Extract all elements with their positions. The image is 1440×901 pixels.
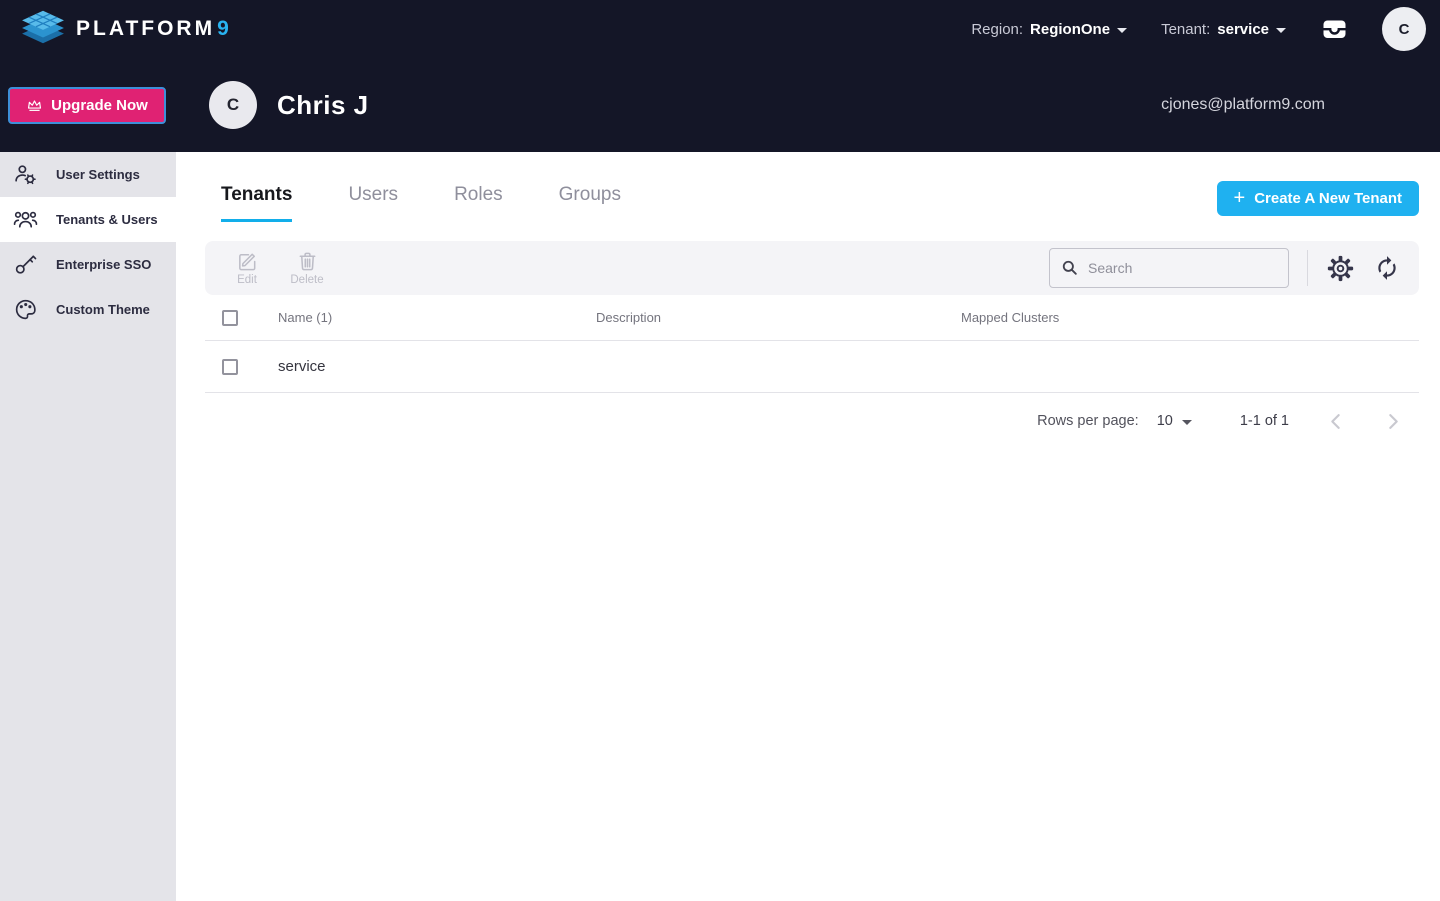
profile-row: Upgrade Now C Chris J cjones@platform9.c… [0, 58, 1440, 152]
platform9-logo-icon [20, 7, 66, 52]
upgrade-now-button[interactable]: Upgrade Now [8, 87, 166, 124]
region-label: Region: [971, 21, 1023, 38]
tab-groups[interactable]: Groups [559, 184, 621, 222]
region-selector[interactable]: Region: RegionOne [971, 21, 1127, 38]
delete-label: Delete [290, 274, 323, 286]
edit-button[interactable]: Edit [225, 250, 269, 286]
profile-user-name: Chris J [277, 90, 369, 121]
row-checkbox-cell [205, 359, 278, 375]
sidebar-item-label: Enterprise SSO [56, 257, 151, 272]
palette-icon [12, 297, 38, 323]
refresh-icon[interactable] [1373, 254, 1401, 282]
toolbar-divider [1307, 250, 1308, 286]
search-box[interactable] [1049, 248, 1289, 288]
dark-header: PLATFORM 9 Region: RegionOne Tenant: ser… [0, 0, 1440, 152]
crown-icon [26, 98, 43, 113]
cell-tenant-name: service [278, 358, 596, 375]
edit-label: Edit [237, 274, 257, 286]
header-checkbox-cell [205, 310, 278, 326]
platform9-logo[interactable]: PLATFORM 9 [20, 7, 230, 52]
column-settings-gear-icon[interactable] [1326, 254, 1354, 282]
sidebar-item-enterprise-sso[interactable]: Enterprise SSO [0, 242, 176, 287]
previous-page-button[interactable] [1323, 409, 1347, 433]
sidebar-item-tenants-users[interactable]: Tenants & Users [0, 197, 176, 242]
tenant-value: service [1217, 21, 1269, 38]
sidebar-item-user-settings[interactable]: User Settings [0, 152, 176, 197]
user-gear-icon [12, 162, 38, 188]
brand-accent-9: 9 [217, 17, 230, 41]
user-avatar[interactable]: C [1382, 7, 1426, 51]
topbar-right: Region: RegionOne Tenant: service C [971, 7, 1426, 51]
search-input[interactable] [1088, 260, 1268, 276]
create-tenant-button[interactable]: + Create A New Tenant [1217, 181, 1420, 216]
table-toolbar: Edit Delete [205, 241, 1419, 295]
edit-icon [236, 250, 259, 273]
sidebar-item-label: Custom Theme [56, 302, 150, 317]
rows-per-page-label: Rows per page: [1037, 413, 1139, 429]
profile-avatar: C [209, 81, 257, 129]
key-icon [12, 252, 38, 278]
pagination-bar: Rows per page: 10 1-1 of 1 [205, 393, 1419, 449]
sidebar: User Settings Tenants & Users [0, 152, 176, 901]
upgrade-now-label: Upgrade Now [51, 97, 148, 114]
rows-per-page-select[interactable]: 10 [1157, 413, 1192, 429]
tab-roles[interactable]: Roles [454, 184, 503, 222]
delete-button[interactable]: Delete [285, 250, 329, 286]
tab-users[interactable]: Users [348, 184, 398, 222]
chevron-down-icon [1182, 420, 1192, 425]
create-tenant-label: Create A New Tenant [1254, 190, 1402, 207]
body-row: User Settings Tenants & Users [0, 152, 1440, 901]
chevron-down-icon [1276, 28, 1286, 33]
column-header-mapped-clusters[interactable]: Mapped Clusters [961, 310, 1419, 325]
tenant-selector[interactable]: Tenant: service [1161, 21, 1286, 38]
sidebar-item-label: User Settings [56, 167, 140, 182]
column-header-name[interactable]: Name (1) [278, 310, 596, 325]
table-row[interactable]: service [205, 341, 1419, 393]
users-group-icon [12, 207, 38, 233]
sidebar-item-custom-theme[interactable]: Custom Theme [0, 287, 176, 332]
profile-user-email: cjones@platform9.com [1161, 96, 1325, 114]
brand-name: PLATFORM [76, 17, 215, 41]
inbox-icon[interactable] [1320, 15, 1348, 43]
row-checkbox[interactable] [222, 359, 238, 375]
rows-per-page-value: 10 [1157, 413, 1173, 429]
search-icon [1060, 258, 1080, 278]
tab-tenants[interactable]: Tenants [221, 184, 292, 222]
plus-icon: + [1234, 188, 1246, 208]
region-value: RegionOne [1030, 21, 1110, 38]
table-header-row: Name (1) Description Mapped Clusters [205, 295, 1419, 341]
chevron-down-icon [1117, 28, 1127, 33]
tenant-label: Tenant: [1161, 21, 1210, 38]
trash-icon [296, 250, 319, 273]
next-page-button[interactable] [1381, 409, 1405, 433]
tabs-row: Tenants Users Roles Groups + Create A Ne… [205, 178, 1419, 222]
sidebar-item-label: Tenants & Users [56, 212, 158, 227]
main-content: Tenants Users Roles Groups + Create A Ne… [176, 152, 1440, 901]
select-all-checkbox[interactable] [222, 310, 238, 326]
topbar: PLATFORM 9 Region: RegionOne Tenant: ser… [0, 0, 1440, 58]
pagination-range: 1-1 of 1 [1240, 413, 1289, 429]
column-header-description[interactable]: Description [596, 310, 961, 325]
